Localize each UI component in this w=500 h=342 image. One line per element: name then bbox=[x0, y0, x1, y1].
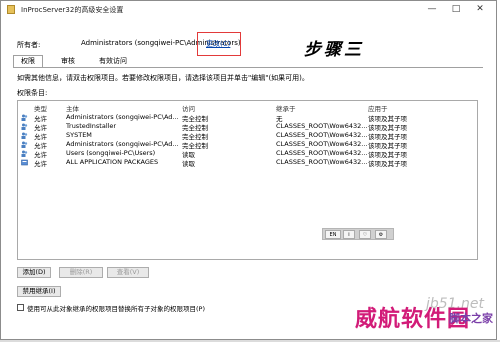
users-icon bbox=[21, 150, 28, 157]
change-owner-link[interactable]: 更改(C) bbox=[206, 39, 230, 49]
cell-inherited-from: CLASSES_ROOT\Wow6432... bbox=[276, 149, 368, 157]
column-header-principal[interactable]: 主体 bbox=[66, 103, 79, 113]
cell-inherited-from: CLASSES_ROOT\Wow6432... bbox=[276, 131, 368, 139]
close-button[interactable]: ✕ bbox=[469, 1, 491, 18]
cell-principal: Users (songqiwei-PC\Users) bbox=[66, 149, 156, 157]
application-packages-icon bbox=[21, 159, 28, 166]
floating-toolbar: EN i ♡ ⚙ bbox=[322, 228, 394, 240]
replace-child-permissions-label: 使用可从此对象继承的权限项目替换所有子对象的权限项目(P) bbox=[27, 305, 205, 313]
cell-principal: Administrators (songqiwei-PC\Ad... bbox=[66, 113, 178, 121]
table-row[interactable]: 允许 Users (songqiwei-PC\Users) 读取 CLASSES… bbox=[18, 149, 477, 159]
column-header-applies-to[interactable]: 应用于 bbox=[368, 103, 388, 113]
table-row[interactable]: 允许 Administrators (songqiwei-PC\Ad... 完全… bbox=[18, 113, 477, 123]
cell-applies-to: 该项及其子项 bbox=[368, 160, 407, 168]
minimize-button[interactable]: — bbox=[421, 1, 443, 18]
owner-label: 所有者: bbox=[17, 41, 41, 49]
disable-inheritance-button[interactable]: 禁用继承(I) bbox=[17, 286, 61, 297]
table-row[interactable]: 允许 Administrators (songqiwei-PC\Ad... 完全… bbox=[18, 140, 477, 150]
cell-type: 允许 bbox=[34, 160, 47, 168]
security-dialog: InProcServer32的高级安全设置 — □ ✕ 所有者: Adminis… bbox=[0, 0, 497, 340]
permission-entries-label: 权限条目: bbox=[17, 89, 48, 97]
window-title: InProcServer32的高级安全设置 bbox=[21, 6, 124, 14]
language-button[interactable]: EN bbox=[325, 230, 341, 239]
watermark-sub: 脚本之家 bbox=[449, 312, 493, 325]
info-text: 如需其他信息，请双击权限项目。若要修改权限项目，请选择该项目并单击"编辑"(如果… bbox=[17, 74, 309, 82]
replace-child-permissions-checkbox[interactable] bbox=[17, 304, 24, 311]
add-button[interactable]: 添加(D) bbox=[17, 267, 51, 278]
tab-divider bbox=[13, 67, 483, 68]
title-bar: InProcServer32的高级安全设置 — □ ✕ bbox=[1, 1, 496, 18]
cell-principal: SYSTEM bbox=[66, 131, 92, 139]
cell-inherited-from: CLASSES_ROOT\Wow6432... bbox=[276, 140, 368, 148]
table-row[interactable]: 允许 TrustedInstaller 完全控制 CLASSES_ROOT\Wo… bbox=[18, 122, 477, 132]
folder-icon bbox=[7, 5, 15, 14]
column-header-access[interactable]: 访问 bbox=[182, 103, 195, 113]
table-row[interactable]: 允许 ALL APPLICATION PACKAGES 读取 CLASSES_R… bbox=[18, 158, 477, 168]
cell-inherited-from: CLASSES_ROOT\Wow6432... bbox=[276, 158, 368, 166]
remove-button[interactable]: 删除(R) bbox=[59, 267, 103, 278]
users-icon bbox=[21, 114, 28, 121]
maximize-button[interactable]: □ bbox=[445, 1, 467, 18]
users-icon bbox=[21, 141, 28, 148]
gear-icon[interactable]: ⚙ bbox=[375, 230, 387, 239]
cell-access: 读取 bbox=[182, 160, 195, 168]
table-header: 类型 主体 访问 继承于 应用于 bbox=[18, 101, 477, 113]
cell-principal: ALL APPLICATION PACKAGES bbox=[66, 158, 159, 166]
cell-principal: TrustedInstaller bbox=[66, 122, 117, 130]
cell-inherited-from: CLASSES_ROOT\Wow6432... bbox=[276, 122, 368, 130]
table-row[interactable]: 允许 SYSTEM 完全控制 CLASSES_ROOT\Wow6432... 该… bbox=[18, 131, 477, 141]
column-header-type[interactable]: 类型 bbox=[34, 103, 47, 113]
view-button[interactable]: 查看(V) bbox=[107, 267, 149, 278]
info-icon[interactable]: i bbox=[343, 230, 355, 239]
column-header-inherited-from[interactable]: 继承于 bbox=[276, 103, 296, 113]
permission-entries-table[interactable]: 类型 主体 访问 继承于 应用于 允许 Administrators (song… bbox=[17, 100, 478, 260]
heart-icon[interactable]: ♡ bbox=[359, 230, 371, 239]
step-annotation: 步骤三 bbox=[304, 40, 364, 60]
cell-principal: Administrators (songqiwei-PC\Ad... bbox=[66, 140, 178, 148]
users-icon bbox=[21, 132, 28, 139]
users-icon bbox=[21, 123, 28, 130]
